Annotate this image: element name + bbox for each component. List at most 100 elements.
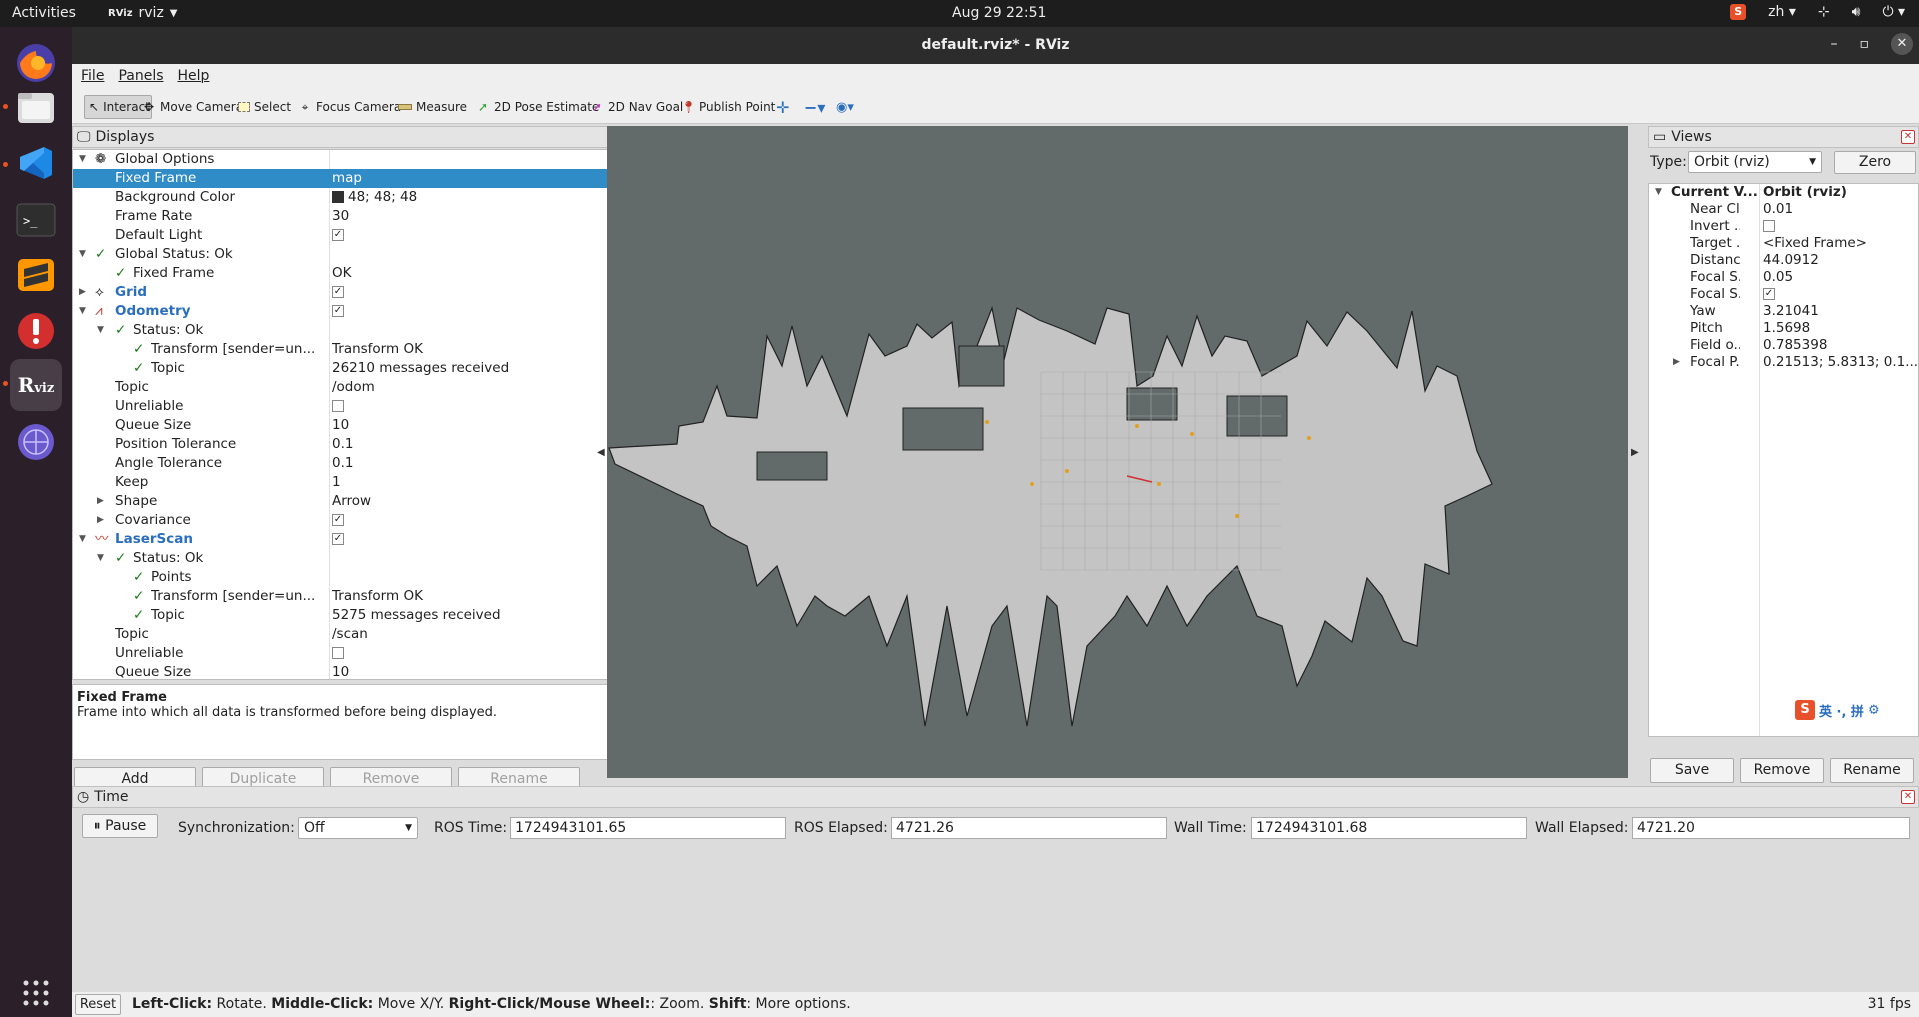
grid-checkbox[interactable]: ✓ (332, 286, 344, 298)
add-tool-icon[interactable]: ✛ (772, 95, 793, 119)
tree-row-grid[interactable]: ▶ ⟡ Grid ✓ (73, 283, 642, 302)
tree-row-odom-status[interactable]: ▼ ✓ Status: Ok (73, 321, 642, 340)
ros-app-icon[interactable] (10, 416, 62, 468)
pose-estimate-tool[interactable]: ➚ 2D Pose Estimate (472, 95, 603, 119)
close-panel-icon[interactable]: ✕ (1901, 790, 1915, 804)
nav-goal-tool[interactable]: ➚ 2D Nav Goal (586, 95, 687, 119)
view-row-target[interactable]: Target ...<Fixed Frame> (1649, 235, 1918, 252)
view-row-yaw[interactable]: Yaw 3.21041 (1649, 303, 1918, 320)
view-properties-tree[interactable]: ▼ Current V... Orbit (rviz) Near Cl...0.… (1648, 183, 1919, 737)
3d-render-view[interactable] (607, 126, 1628, 778)
tree-row-global-options[interactable]: ▼ ❁ Global Options (73, 150, 642, 169)
tree-row-status-fixed-frame[interactable]: ✓ Fixed Frame OK (73, 264, 642, 283)
view-row-focal-point[interactable]: ▶ Focal P...0.21513; 5.8313; 0.1... (1649, 354, 1918, 371)
reset-button[interactable]: Reset (75, 994, 121, 1015)
tree-row-odom-queue-size[interactable]: Queue Size 10 (73, 416, 642, 435)
tree-row-odometry[interactable]: ▼ ⩘ Odometry ✓ (73, 302, 642, 321)
view-row-distance[interactable]: Distance44.0912 (1649, 252, 1918, 269)
view-row-focal-shape-fixed[interactable]: Focal S...✓ (1649, 286, 1918, 303)
sync-select[interactable]: Off ▼ (298, 817, 418, 839)
rviz-dock-icon[interactable]: Rviz (10, 359, 62, 411)
tree-row-odom-topic-status[interactable]: ✓ Topic 26210 messages received (73, 359, 642, 378)
color-swatch[interactable] (332, 191, 344, 203)
tree-row-scan-points[interactable]: ✓ Points (73, 568, 642, 587)
settings-gear-icon[interactable]: ⚙ (1868, 703, 1880, 718)
remove-view-button[interactable]: Remove (1740, 758, 1824, 783)
remove-tool-icon[interactable]: −▾ (800, 95, 829, 119)
select-tool[interactable]: Select (234, 95, 295, 119)
unreliable-checkbox[interactable] (332, 400, 344, 412)
tree-row-background-color[interactable]: Background Color 48; 48; 48 (73, 188, 642, 207)
tree-row-scan-unreliable[interactable]: Unreliable (73, 644, 642, 663)
tree-row-scan-queue-size[interactable]: Queue Size 10 (73, 663, 642, 679)
menu-help[interactable]: Help (178, 68, 210, 84)
view-type-select[interactable]: Orbit (rviz) ▼ (1688, 151, 1822, 173)
tree-row-odom-topic[interactable]: Topic /odom (73, 378, 642, 397)
vscode-icon[interactable] (10, 137, 62, 189)
sogou-tray-icon[interactable]: S (1730, 4, 1747, 20)
collapse-right-icon[interactable]: ▶ (1631, 447, 1639, 458)
tree-row-scan-topic[interactable]: Topic /scan (73, 625, 642, 644)
pause-button[interactable]: ⏸︎ Pause (82, 814, 158, 838)
app-menu[interactable]: RViz rviz ▼ (108, 5, 178, 21)
rename-view-button[interactable]: Rename (1830, 758, 1914, 783)
menu-file[interactable]: File (81, 68, 104, 84)
power-icon[interactable]: ⏻ ▾ (1882, 4, 1905, 20)
laserscan-checkbox[interactable]: ✓ (332, 533, 344, 545)
software-updater-icon[interactable] (10, 305, 62, 357)
save-view-button[interactable]: Save (1650, 758, 1734, 783)
measure-tool[interactable]: Measure (394, 95, 471, 119)
tree-row-default-light[interactable]: Default Light ✓ (73, 226, 642, 245)
tree-row-odom-unreliable[interactable]: Unreliable (73, 397, 642, 416)
clock[interactable]: Aug 29 22:51 (952, 5, 1046, 21)
minimize-icon[interactable]: – (1831, 36, 1838, 52)
tree-row-scan-status[interactable]: ▼ ✓ Status: Ok (73, 549, 642, 568)
files-icon[interactable] (10, 81, 62, 133)
tree-row-angle-tolerance[interactable]: Angle Tolerance 0.1 (73, 454, 642, 473)
ros-time-field[interactable]: 1724943101.65 (510, 817, 786, 839)
focus-camera-tool[interactable]: ⌖ Focus Camera (294, 95, 405, 119)
tool-properties-icon[interactable]: ◉▾ (832, 95, 858, 119)
wall-time-field[interactable]: 1724943101.68 (1251, 817, 1527, 839)
tree-row-scan-transform[interactable]: ✓ Transform [sender=un... Transform OK (73, 587, 642, 606)
terminal-icon[interactable]: >_ (10, 194, 62, 246)
view-row-current[interactable]: ▼ Current V... Orbit (rviz) (1649, 184, 1918, 201)
odometry-checkbox[interactable]: ✓ (332, 305, 344, 317)
maximize-icon[interactable]: ▫ (1860, 36, 1870, 52)
collapse-left-icon[interactable]: ◀ (597, 447, 605, 458)
display-tree[interactable]: ▼ ❁ Global Options Fixed Frame map Backg… (72, 149, 643, 680)
view-row-pitch[interactable]: Pitch 1.5698 (1649, 320, 1918, 337)
tree-row-scan-topic-status[interactable]: ✓ Topic 5275 messages received (73, 606, 642, 625)
tree-row-position-tolerance[interactable]: Position Tolerance 0.1 (73, 435, 642, 454)
tree-row-fixed-frame[interactable]: Fixed Frame map (73, 169, 642, 188)
tree-row-global-status[interactable]: ▼ ✓ Global Status: Ok (73, 245, 642, 264)
tree-row-keep[interactable]: Keep 1 (73, 473, 642, 492)
activities-button[interactable]: Activities (12, 5, 76, 21)
view-row-focal-shape-size[interactable]: Focal S...0.05 (1649, 269, 1918, 286)
zero-button[interactable]: Zero (1834, 151, 1916, 174)
close-icon[interactable]: ✕ (1891, 33, 1913, 55)
view-row-field-of-view[interactable]: Field o...0.785398 (1649, 337, 1918, 354)
default-light-checkbox[interactable]: ✓ (332, 229, 344, 241)
unreliable-checkbox[interactable] (332, 647, 344, 659)
close-panel-icon[interactable]: ✕ (1901, 130, 1915, 144)
input-method-indicator[interactable]: zh ▾ (1768, 4, 1796, 20)
menu-panels[interactable]: Panels (118, 68, 163, 84)
tree-row-odom-transform[interactable]: ✓ Transform [sender=un... Transform OK (73, 340, 642, 359)
sublime-text-icon[interactable] (10, 249, 62, 301)
show-applications-icon[interactable] (10, 967, 62, 1017)
publish-point-tool[interactable]: 📍︎ Publish Point (677, 95, 779, 119)
invert-z-checkbox[interactable] (1763, 220, 1775, 232)
ros-elapsed-field[interactable]: 4721.26 (891, 817, 1167, 839)
ime-toolbar[interactable]: S 英 ·, 拼 ⚙ (1795, 700, 1880, 720)
move-camera-tool[interactable]: ✥ Move Camera (138, 95, 247, 119)
tree-row-frame-rate[interactable]: Frame Rate 30 (73, 207, 642, 226)
tree-row-covariance[interactable]: ▶ Covariance ✓ (73, 511, 642, 530)
volume-icon[interactable]: 🔊︎ (1852, 4, 1861, 20)
tree-row-laserscan[interactable]: ▼ 〰 LaserScan ✓ (73, 530, 642, 549)
focal-shape-checkbox[interactable]: ✓ (1763, 288, 1775, 300)
view-row-near-clip[interactable]: Near Cl...0.01 (1649, 201, 1918, 218)
tree-row-shape[interactable]: ▶ Shape Arrow (73, 492, 642, 511)
view-row-invert[interactable]: Invert ... (1649, 218, 1918, 235)
wall-elapsed-field[interactable]: 4721.20 (1632, 817, 1910, 839)
